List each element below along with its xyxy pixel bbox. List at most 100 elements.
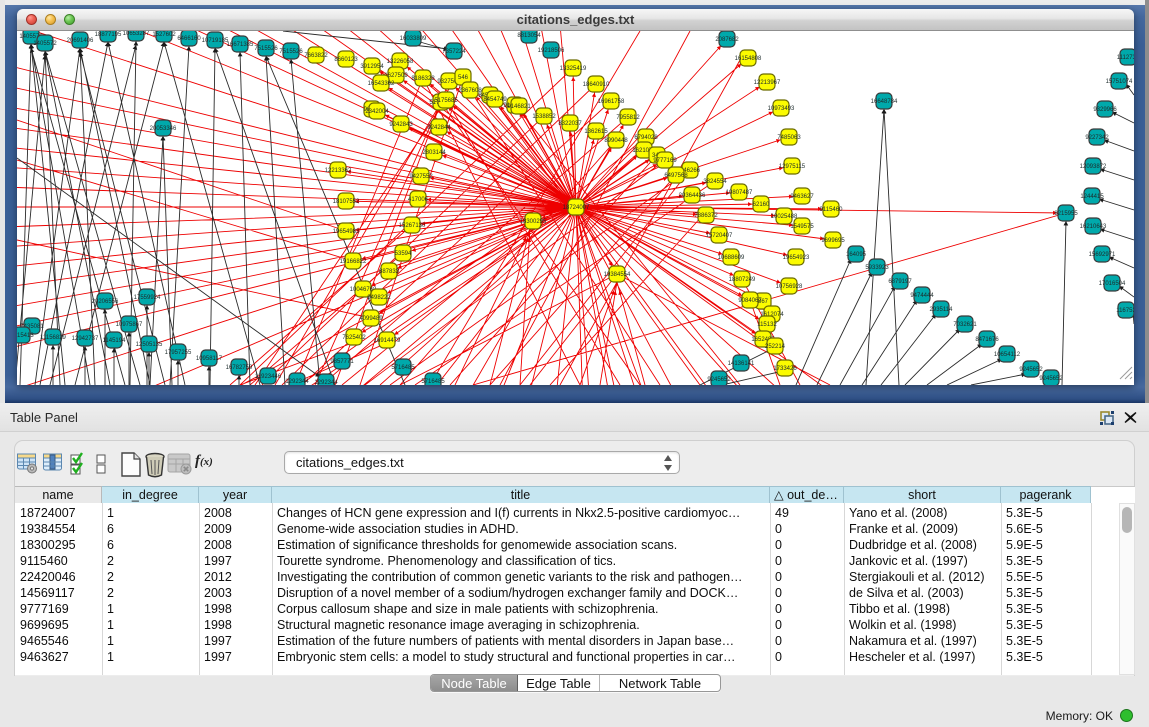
svg-text:9227342: 9227342 (1085, 135, 1109, 141)
svg-text:5716485: 5716485 (421, 379, 445, 385)
svg-text:887833: 887833 (379, 269, 400, 275)
svg-text:9146821: 9146821 (507, 104, 531, 110)
svg-text:7663822: 7663822 (304, 53, 328, 59)
svg-text:18107552: 18107552 (333, 199, 360, 205)
svg-text:2935114: 2935114 (930, 307, 954, 313)
svg-text:8471676: 8471676 (975, 337, 999, 343)
svg-text:9777169: 9777169 (653, 158, 677, 164)
svg-text:3915413: 3915413 (17, 333, 34, 339)
svg-text:6879197: 6879197 (888, 279, 912, 285)
svg-text:9463627: 9463627 (790, 194, 814, 200)
svg-text:10973493: 10973493 (768, 106, 795, 112)
svg-text:10958117: 10958117 (196, 356, 223, 362)
svg-text:12213362: 12213362 (325, 168, 352, 174)
svg-text:20691406: 20691406 (67, 38, 94, 44)
svg-text:9857771: 9857771 (330, 359, 354, 365)
svg-text:17957255: 17957255 (165, 350, 192, 356)
svg-text:14136141: 14136141 (728, 361, 755, 367)
svg-text:9699695: 9699695 (821, 238, 845, 244)
svg-text:1145194: 1145194 (103, 338, 127, 344)
svg-text:252214: 252214 (765, 344, 786, 350)
svg-text:6466160: 6466160 (177, 36, 201, 42)
svg-text:1292344: 1292344 (285, 379, 309, 385)
svg-text:10653287: 10653287 (123, 31, 150, 37)
svg-text:5716485: 5716485 (391, 365, 415, 371)
svg-text:10756928: 10756928 (776, 284, 803, 290)
svg-text:12093872: 12093872 (1080, 164, 1107, 170)
svg-text:9115460: 9115460 (820, 207, 844, 213)
svg-text:8215955: 8215955 (1054, 211, 1078, 217)
svg-text:16782759: 16782759 (226, 365, 253, 371)
svg-text:20364436: 20364436 (679, 193, 706, 199)
svg-text:7515526: 7515526 (254, 46, 278, 52)
svg-text:16961758: 16961758 (598, 99, 625, 105)
svg-text:164095: 164095 (846, 252, 867, 258)
svg-text:18300295: 18300295 (520, 219, 547, 225)
svg-text:18807249: 18807249 (729, 277, 756, 283)
svg-text:19384554: 19384554 (604, 272, 631, 278)
svg-text:6794028: 6794028 (634, 135, 658, 141)
svg-text:10975867: 10975867 (116, 322, 143, 328)
svg-text:12505135: 12505135 (136, 342, 163, 348)
svg-text:18724007: 18724007 (563, 205, 590, 211)
svg-text:16543362: 16543362 (368, 81, 395, 87)
svg-text:17559924: 17559924 (134, 295, 161, 301)
svg-text:2342004: 2342004 (365, 109, 389, 115)
svg-text:9242844: 9242844 (427, 125, 451, 131)
svg-text:20206556: 20206556 (92, 299, 119, 305)
svg-text:5175685: 5175685 (434, 98, 458, 104)
svg-text:4099489: 4099489 (359, 316, 383, 322)
svg-text:9474444: 9474444 (910, 293, 934, 299)
svg-text:7515526: 7515526 (279, 49, 303, 55)
svg-text:7625402: 7625402 (342, 335, 366, 341)
svg-text:1292344: 1292344 (314, 380, 338, 385)
svg-text:2803144: 2803144 (422, 150, 446, 156)
svg-text:16210643: 16210643 (1080, 224, 1107, 230)
svg-text:15751074: 15751074 (1106, 79, 1133, 85)
svg-text:62160: 62160 (753, 202, 770, 208)
svg-text:10025488: 10025488 (771, 214, 798, 220)
svg-text:16671385: 16671385 (227, 42, 254, 48)
svg-text:16648784: 16648784 (871, 99, 898, 105)
svg-text:1733426: 1733426 (773, 366, 797, 372)
svg-text:19166822: 19166822 (340, 259, 367, 265)
svg-text:13325419: 13325419 (560, 66, 587, 72)
svg-text:8186328: 8186328 (411, 76, 435, 82)
svg-text:15720407: 15720407 (706, 233, 733, 239)
svg-text:7955812: 7955812 (616, 115, 640, 121)
svg-text:20053346: 20053346 (150, 126, 177, 132)
svg-text:19218506: 19218506 (538, 48, 565, 54)
svg-text:3824554: 3824554 (703, 179, 727, 185)
svg-text:9245652: 9245652 (707, 377, 731, 383)
svg-text:1112734: 1112734 (1117, 55, 1134, 61)
svg-text:1362615: 1362615 (584, 129, 608, 135)
svg-text:417006: 417006 (408, 197, 429, 203)
svg-text:15692971: 15692971 (1089, 252, 1116, 258)
svg-text:7032621: 7032621 (953, 322, 977, 328)
svg-text:15267130: 15267130 (399, 223, 426, 229)
svg-text:116753: 116753 (1116, 308, 1134, 314)
svg-text:12975115: 12975115 (779, 164, 806, 170)
svg-text:11156829: 11156829 (40, 335, 66, 341)
svg-text:18877195: 18877195 (95, 32, 122, 38)
svg-text:11923446: 11923446 (255, 374, 282, 380)
svg-text:17016504: 17016504 (1099, 281, 1126, 287)
svg-text:8990448: 8990448 (604, 138, 628, 144)
svg-text:8322037: 8322037 (558, 121, 582, 127)
svg-text:16154808: 16154808 (735, 56, 762, 62)
svg-text:16033809: 16033809 (400, 36, 427, 42)
svg-text:1549575: 1549575 (790, 224, 814, 230)
svg-text:5933923: 5933923 (865, 265, 889, 271)
svg-text:9427552: 9427552 (409, 174, 433, 180)
svg-text:16914479: 16914479 (374, 338, 401, 344)
svg-text:7485063: 7485063 (777, 135, 801, 141)
svg-text:1244415: 1244415 (1080, 194, 1104, 200)
svg-text:1405572: 1405572 (33, 41, 57, 47)
svg-text:8454749: 8454749 (483, 97, 507, 103)
svg-text:10807487: 10807487 (726, 190, 753, 196)
svg-text:10654112: 10654112 (994, 352, 1021, 358)
svg-text:6497568: 6497568 (664, 173, 688, 179)
svg-text:1527602: 1527602 (152, 32, 176, 38)
svg-text:8813054: 8813054 (517, 33, 541, 39)
svg-text:10688609: 10688609 (718, 255, 745, 261)
